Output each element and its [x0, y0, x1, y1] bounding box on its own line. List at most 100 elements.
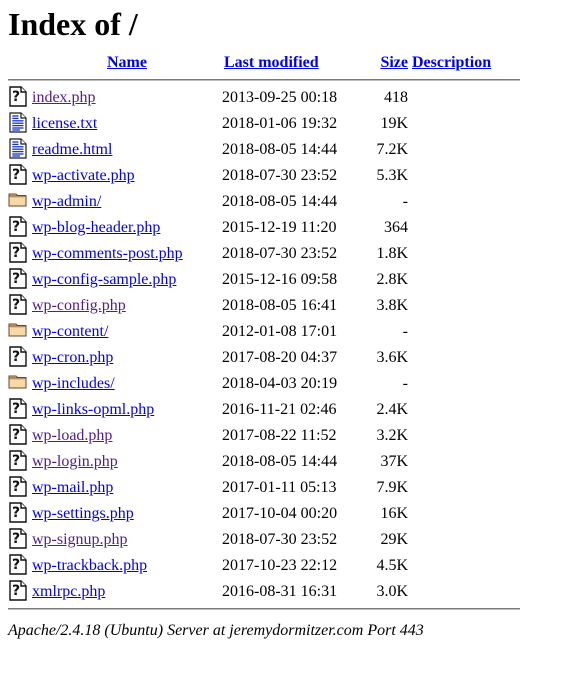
table-row: wp-content/2012-01-08 17:01 - — [8, 319, 520, 345]
last-modified-cell: 2018-07-30 23:52 — [222, 245, 338, 262]
column-header-size: Size — [364, 54, 408, 76]
last-modified-cell: 2017-08-20 04:37 — [222, 349, 338, 366]
last-modified-cell: 2017-08-22 11:52 — [222, 427, 337, 444]
description-cell — [408, 553, 520, 579]
last-modified-cell: 2016-08-31 16:31 — [222, 583, 338, 600]
file-link[interactable]: xmlrpc.php — [32, 583, 105, 600]
description-cell — [408, 449, 520, 475]
file-name-cell: wp-config.php — [32, 293, 222, 319]
size-cell: 3.2K — [376, 427, 408, 444]
last-modified-cell: 2013-09-25 00:18 — [222, 89, 338, 106]
table-row: ? wp-settings.php 2017-10-04 00:20 16K — [8, 501, 520, 527]
size-cell: - — [402, 323, 408, 340]
svg-text:?: ? — [12, 297, 20, 313]
size-cell: 418 — [384, 89, 408, 106]
size-cell: 7.2K — [376, 141, 408, 158]
file-link[interactable]: index.php — [32, 89, 96, 106]
file-link[interactable]: wp-content/ — [32, 323, 108, 340]
svg-text:?: ? — [12, 557, 20, 573]
file-name-cell: wp-admin/ — [32, 189, 222, 215]
horizontal-rule-bottom — [8, 608, 520, 610]
last-modified-cell: 2015-12-16 09:58 — [222, 271, 338, 288]
file-icon-cell: ? — [8, 397, 32, 423]
size-cell: 3.0K — [376, 583, 408, 600]
file-icon-cell: ? — [8, 293, 32, 319]
file-link[interactable]: wp-config.php — [32, 297, 126, 314]
file-icon-cell: ? — [8, 501, 32, 527]
file-link[interactable]: wp-blog-header.php — [32, 219, 160, 236]
directory-index-page: Index of / Name Last modified Size Descr… — [0, 0, 573, 640]
file-name-cell: wp-links-opml.php — [32, 397, 222, 423]
svg-text:?: ? — [12, 89, 20, 105]
unknown-file-icon: ? — [8, 346, 28, 368]
description-cell — [408, 267, 520, 293]
file-link[interactable]: wp-mail.php — [32, 479, 113, 496]
file-link[interactable]: wp-signup.php — [32, 531, 128, 548]
table-row: ? xmlrpc.php 2016-08-31 16:31 3.0K — [8, 579, 520, 605]
svg-text:?: ? — [12, 427, 20, 443]
size-cell: 3.8K — [376, 297, 408, 314]
unknown-file-icon: ? — [8, 580, 28, 602]
file-link[interactable]: wp-settings.php — [32, 505, 134, 522]
description-cell — [408, 501, 520, 527]
size-cell: 364 — [384, 219, 408, 236]
last-modified-cell: 2018-07-30 23:52 — [222, 531, 338, 548]
table-row: ? wp-load.php 2017-08-22 11:52 3.2K — [8, 423, 520, 449]
file-link[interactable]: wp-includes/ — [32, 375, 115, 392]
description-cell — [408, 111, 520, 137]
file-link[interactable]: wp-load.php — [32, 427, 112, 444]
file-link[interactable]: wp-config-sample.php — [32, 271, 176, 288]
footer-rule-row — [8, 605, 520, 614]
file-icon-cell: ? — [8, 345, 32, 371]
description-cell — [408, 345, 520, 371]
svg-text:?: ? — [12, 583, 20, 599]
table-row: ? wp-login.php 2018-08-05 14:44 37K — [8, 449, 520, 475]
size-cell: - — [402, 193, 408, 210]
file-icon-cell — [8, 111, 32, 137]
file-link[interactable]: wp-links-opml.php — [32, 401, 154, 418]
unknown-file-icon: ? — [8, 476, 28, 498]
last-modified-cell: 2018-07-30 23:52 — [222, 167, 338, 184]
listing-table-body: ? index.php 2013-09-25 00:18 418 license.txt… — [8, 85, 520, 605]
svg-text:?: ? — [12, 505, 20, 521]
folder-icon — [8, 190, 28, 212]
listing-table-head: Name Last modified Size Description — [8, 54, 520, 85]
file-name-cell: wp-includes/ — [32, 371, 222, 397]
description-cell — [408, 397, 520, 423]
column-header-description: Description — [408, 54, 520, 76]
file-icon-cell: ? — [8, 423, 32, 449]
sort-by-name-link[interactable]: Name — [107, 54, 147, 71]
svg-text:?: ? — [12, 271, 20, 287]
file-link[interactable]: wp-login.php — [32, 453, 118, 470]
listing-wrapper: Name Last modified Size Description ? in… — [0, 54, 573, 614]
file-link[interactable]: license.txt — [32, 115, 97, 132]
last-modified-cell: 2017-10-23 22:12 — [222, 557, 338, 574]
file-link[interactable]: wp-comments-post.php — [32, 245, 183, 262]
file-link[interactable]: readme.html — [32, 141, 112, 158]
file-name-cell: wp-cron.php — [32, 345, 222, 371]
table-row: ? wp-trackback.php 2017-10-23 22:12 4.5K — [8, 553, 520, 579]
description-cell — [408, 371, 520, 397]
unknown-file-icon: ? — [8, 86, 28, 108]
file-icon-cell: ? — [8, 267, 32, 293]
file-name-cell: wp-login.php — [32, 449, 222, 475]
last-modified-cell: 2017-01-11 05:13 — [222, 479, 337, 496]
file-link[interactable]: wp-cron.php — [32, 349, 113, 366]
unknown-file-icon: ? — [8, 528, 28, 550]
file-icon-cell: ? — [8, 241, 32, 267]
file-icon-cell: ? — [8, 163, 32, 189]
file-icon-cell — [8, 371, 32, 397]
table-row: wp-includes/2018-04-03 20:19 - — [8, 371, 520, 397]
sort-by-description-link[interactable]: Description — [412, 54, 491, 71]
file-name-cell: wp-trackback.php — [32, 553, 222, 579]
file-icon-cell — [8, 189, 32, 215]
svg-text:?: ? — [12, 219, 20, 235]
sort-by-last-modified-link[interactable]: Last modified — [224, 54, 319, 71]
description-cell — [408, 475, 520, 501]
file-link[interactable]: wp-trackback.php — [32, 557, 147, 574]
sort-by-size-link[interactable]: Size — [380, 54, 408, 71]
file-link[interactable]: wp-activate.php — [32, 167, 135, 184]
file-name-cell: wp-blog-header.php — [32, 215, 222, 241]
file-link[interactable]: wp-admin/ — [32, 193, 101, 210]
unknown-file-icon: ? — [8, 242, 28, 264]
